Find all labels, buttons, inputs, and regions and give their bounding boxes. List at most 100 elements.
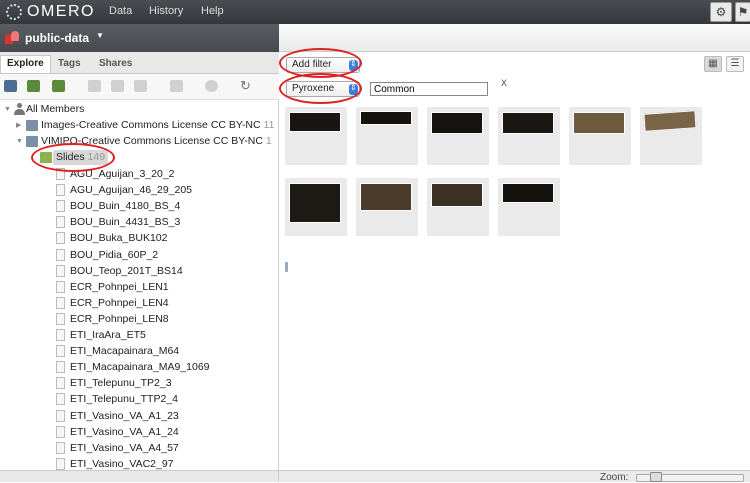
image-file-icon: [56, 232, 65, 245]
zoom-label: Zoom:: [600, 472, 629, 483]
image-name: ETI_Vasino_VA_A4_57: [70, 441, 179, 454]
image-name: BOU_Buin_4180_BS_4: [70, 200, 181, 213]
tab-tags[interactable]: Tags: [52, 56, 87, 74]
thumbnail-item[interactable]: [285, 178, 347, 236]
thumbnail-item[interactable]: [427, 178, 489, 236]
thumbnail-item[interactable]: [285, 107, 347, 165]
filter-clear-button[interactable]: X: [501, 78, 507, 88]
slide-thumbnail: [360, 111, 412, 125]
image-file-icon: [56, 184, 65, 197]
thumbnail-item[interactable]: [427, 107, 489, 165]
image-file-icon: [56, 361, 65, 374]
slide-thumbnail: [289, 112, 341, 132]
panel-resize-handle[interactable]: [285, 262, 288, 272]
slide-thumbnail: [360, 183, 412, 211]
cut-icon[interactable]: [88, 80, 101, 92]
add-filter-select[interactable]: Add filter: [286, 57, 360, 73]
image-name: AGU_Aguijan_46_29_205: [70, 184, 193, 197]
thumbnail-item[interactable]: [640, 107, 702, 165]
expand-arrow-icon[interactable]: ▼: [16, 134, 23, 149]
filter-key-label: Pyroxene: [292, 83, 335, 94]
project-label: VIMIPO-Creative Commons License CC BY-NC…: [41, 135, 272, 147]
image-file-icon: [56, 248, 65, 261]
select-arrows-icon: [349, 59, 358, 71]
new-project-icon[interactable]: [4, 80, 17, 92]
list-view-icon[interactable]: ☰: [726, 56, 744, 72]
image-file-icon: [56, 345, 65, 358]
image-name: BOU_Buin_4431_BS_3: [70, 216, 181, 229]
tab-shares[interactable]: Shares: [93, 56, 138, 74]
thumbnail-item[interactable]: [498, 178, 560, 236]
slide-thumbnail: [573, 112, 625, 134]
thumbnail-item[interactable]: [498, 107, 560, 165]
thumbnail-item[interactable]: [356, 107, 418, 165]
slide-thumbnail: [431, 112, 483, 134]
image-name: ECR_Pohnpei_LEN4: [70, 296, 169, 309]
link-icon[interactable]: [205, 80, 218, 92]
paste-icon[interactable]: [134, 80, 147, 92]
filter-value-input[interactable]: [370, 82, 488, 96]
project-folder-icon: [26, 136, 38, 147]
expand-arrow-icon[interactable]: ▶: [16, 118, 21, 133]
zoom-slider-handle[interactable]: [650, 472, 662, 482]
slide-thumbnail: [643, 110, 697, 132]
image-file-icon: [56, 425, 65, 438]
dataset-label: Slides 149: [53, 150, 109, 165]
image-file-icon: [56, 200, 65, 213]
image-name: AGU_Aguijan_3_20_2: [70, 168, 175, 180]
project-label: Images-Creative Commons License CC BY-NC…: [41, 119, 275, 131]
group-name[interactable]: public-data: [25, 31, 89, 45]
slide-thumbnail: [289, 183, 341, 223]
dataset-folder-icon: [40, 152, 52, 163]
slide-thumbnail: [502, 183, 554, 203]
image-file-icon: [56, 168, 65, 180]
tree-root-label: All Members: [26, 103, 85, 115]
image-file-icon: [56, 264, 65, 277]
image-name: ETI_Telepunu_TP2_3: [70, 377, 172, 390]
image-name: ETI_Vasino_VAC2_97: [70, 457, 174, 470]
image-file-icon: [56, 216, 65, 229]
image-name: ETI_Vasino_VA_A1_23: [70, 409, 179, 422]
image-file-icon: [56, 312, 65, 325]
delete-icon[interactable]: [170, 80, 183, 92]
group-members-icon: [5, 31, 21, 45]
thumbnail-view-icon[interactable]: ▦: [704, 56, 722, 72]
select-arrows-icon: [349, 83, 358, 95]
chevron-down-icon[interactable]: ▼: [96, 31, 104, 40]
omero-logo[interactable]: OMERO: [6, 3, 95, 21]
image-file-icon: [56, 457, 65, 470]
nav-history[interactable]: History: [149, 5, 183, 17]
image-file-icon: [56, 441, 65, 454]
refresh-icon[interactable]: ↻: [240, 79, 253, 92]
project-folder-icon: [26, 120, 38, 131]
image-file-icon: [56, 329, 65, 341]
tab-explore[interactable]: Explore: [0, 55, 51, 73]
image-name: ETI_Macapainara_M64: [70, 345, 180, 358]
add-filter-label: Add filter: [292, 59, 332, 70]
settings-gear-icon[interactable]: ⚙: [710, 2, 732, 22]
data-tree: ▼ All Members ▶ Images-Creative Commons …: [0, 100, 279, 470]
image-name: ETI_Vasino_VA_A1_24: [70, 425, 179, 438]
thumbnail-item[interactable]: [569, 107, 631, 165]
omero-logo-icon: [6, 4, 22, 20]
nav-data[interactable]: Data: [109, 5, 132, 17]
new-screen-icon[interactable]: [52, 80, 65, 92]
image-name: BOU_Buka_BUK102: [70, 232, 168, 245]
user-menu-icon[interactable]: ⚑: [735, 2, 750, 22]
filter-key-select[interactable]: Pyroxene: [286, 81, 360, 97]
slide-thumbnail: [431, 183, 483, 207]
copy-icon[interactable]: [111, 80, 124, 92]
new-dataset-icon[interactable]: [27, 80, 40, 92]
image-name: ECR_Pohnpei_LEN1: [70, 280, 169, 293]
expand-arrow-icon[interactable]: ▼: [4, 102, 11, 117]
nav-help[interactable]: Help: [201, 5, 224, 17]
image-name: BOU_Teop_201T_BS14: [70, 264, 183, 277]
top-bar: OMERO Data History Help ⚙ ⚑: [0, 0, 750, 24]
center-header-band: [279, 24, 750, 52]
thumbnail-item[interactable]: [356, 178, 418, 236]
image-name: ETI_Telepunu_TTP2_4: [70, 393, 178, 406]
image-file-icon: [56, 377, 65, 390]
thumbnail-grid: [279, 102, 750, 470]
user-icon: [14, 103, 25, 115]
tree-toolbar: ↻: [0, 74, 279, 100]
